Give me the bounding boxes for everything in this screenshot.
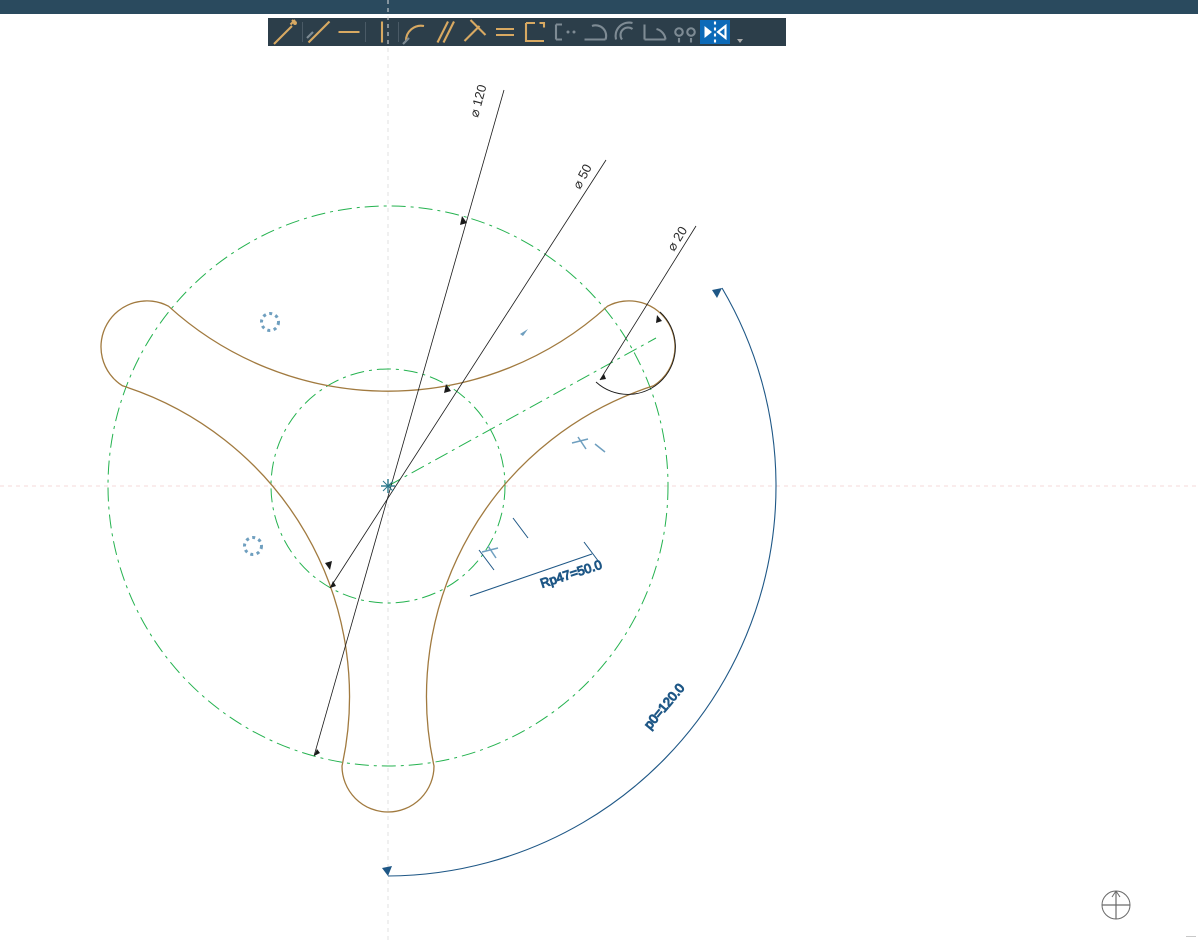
wcs-triad-icon[interactable] xyxy=(1098,887,1134,923)
line-button[interactable] xyxy=(304,20,334,44)
lobe-center-line xyxy=(388,338,656,486)
pattern-marker-icon xyxy=(245,538,262,555)
rp47-dimension[interactable]: Rp47=50.0 xyxy=(470,518,604,596)
separator xyxy=(398,22,399,42)
perpendicular-constraint-button[interactable] xyxy=(460,20,490,44)
sketch-profile[interactable] xyxy=(101,301,675,812)
pattern-marker-icon xyxy=(262,314,279,331)
arrow-glyph-icon xyxy=(520,329,528,336)
edge-mark xyxy=(1186,936,1196,937)
symmetric-constraint-button[interactable] xyxy=(670,20,700,44)
origin-marker-icon xyxy=(381,479,395,493)
mirror-button[interactable] xyxy=(700,20,730,44)
chevron-down-icon xyxy=(737,39,743,43)
dia-20-label: ⌀ 20 xyxy=(664,224,690,254)
sketch-constraint-toolbar xyxy=(268,18,786,46)
separator xyxy=(365,22,366,42)
tangent-glyph-icon xyxy=(572,437,588,449)
vertical-constraint-button[interactable] xyxy=(367,20,397,44)
titlebar xyxy=(0,0,1198,14)
equal-constraint-button[interactable] xyxy=(490,20,520,44)
sketch-axes xyxy=(0,0,1198,943)
tri-lobe-outline xyxy=(101,301,675,812)
separator xyxy=(302,22,303,42)
infer-dimension-button[interactable] xyxy=(271,20,301,44)
midpoint-constraint-button[interactable] xyxy=(640,20,670,44)
arc-button[interactable] xyxy=(400,20,430,44)
horizontal-constraint-button[interactable] xyxy=(334,20,364,44)
toolbar-overflow-button[interactable] xyxy=(730,20,744,44)
lobe-dia-extent-arc xyxy=(596,312,675,394)
svg-text:Rp47=50.0: Rp47=50.0 xyxy=(538,557,603,591)
parallel-constraint-button[interactable] xyxy=(430,20,460,44)
dia-50-label: ⌀ 50 xyxy=(569,161,594,191)
svg-text:p0=120.0: p0=120.0 xyxy=(641,680,688,731)
tangent-glyph-icon xyxy=(482,546,498,558)
coincident-constraint-button[interactable] xyxy=(520,20,550,44)
sketch-canvas[interactable]: ⌀ 120 ⌀ 50 ⌀ 20 Rp47=50.0 p0=120.0 xyxy=(0,0,1198,943)
inner-ref-circle xyxy=(271,369,505,603)
outer-ref-circle xyxy=(108,206,668,766)
constraint-glyphs xyxy=(245,314,606,559)
p0-angular-dimension[interactable]: p0=120.0 xyxy=(382,288,776,876)
dimension-leaders xyxy=(314,90,696,756)
tick-glyph-icon xyxy=(595,444,605,452)
reference-geometry xyxy=(108,206,668,766)
tangent-constraint-button[interactable] xyxy=(580,20,610,44)
collinear-constraint-button[interactable] xyxy=(550,20,580,44)
dimension-labels: ⌀ 120 ⌀ 50 ⌀ 20 xyxy=(466,83,690,254)
concentric-constraint-button[interactable] xyxy=(610,20,640,44)
dia-120-label: ⌀ 120 xyxy=(466,83,489,119)
